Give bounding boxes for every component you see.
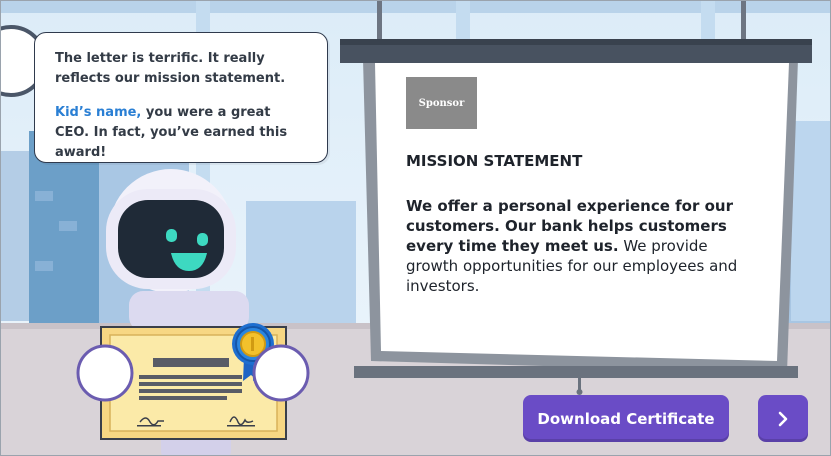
speech-bubble: The letter is terrific. It really reflec… (34, 32, 328, 163)
robot-hand-right (252, 344, 310, 402)
robot-eye-left (166, 229, 177, 242)
mission-statement-body: We offer a personal experience for our c… (406, 196, 758, 296)
kid-name-text: Kid’s name, (55, 105, 142, 120)
sponsor-logo-placeholder: Sponsor (406, 77, 477, 129)
mission-statement-title: MISSION STATEMENT (406, 152, 583, 170)
lesson-scene: The letter is terrific. It really reflec… (0, 0, 831, 456)
download-certificate-button[interactable]: Download Certificate (523, 395, 729, 442)
next-button[interactable] (758, 395, 808, 442)
chevron-right-icon (778, 411, 788, 426)
bubble-line-2: Kid’s name, you were a great CEO. In fac… (55, 103, 309, 163)
bubble-line-1: The letter is terrific. It really reflec… (55, 51, 286, 86)
robot-hand-left (76, 344, 134, 402)
robot-eye-right (197, 233, 208, 246)
